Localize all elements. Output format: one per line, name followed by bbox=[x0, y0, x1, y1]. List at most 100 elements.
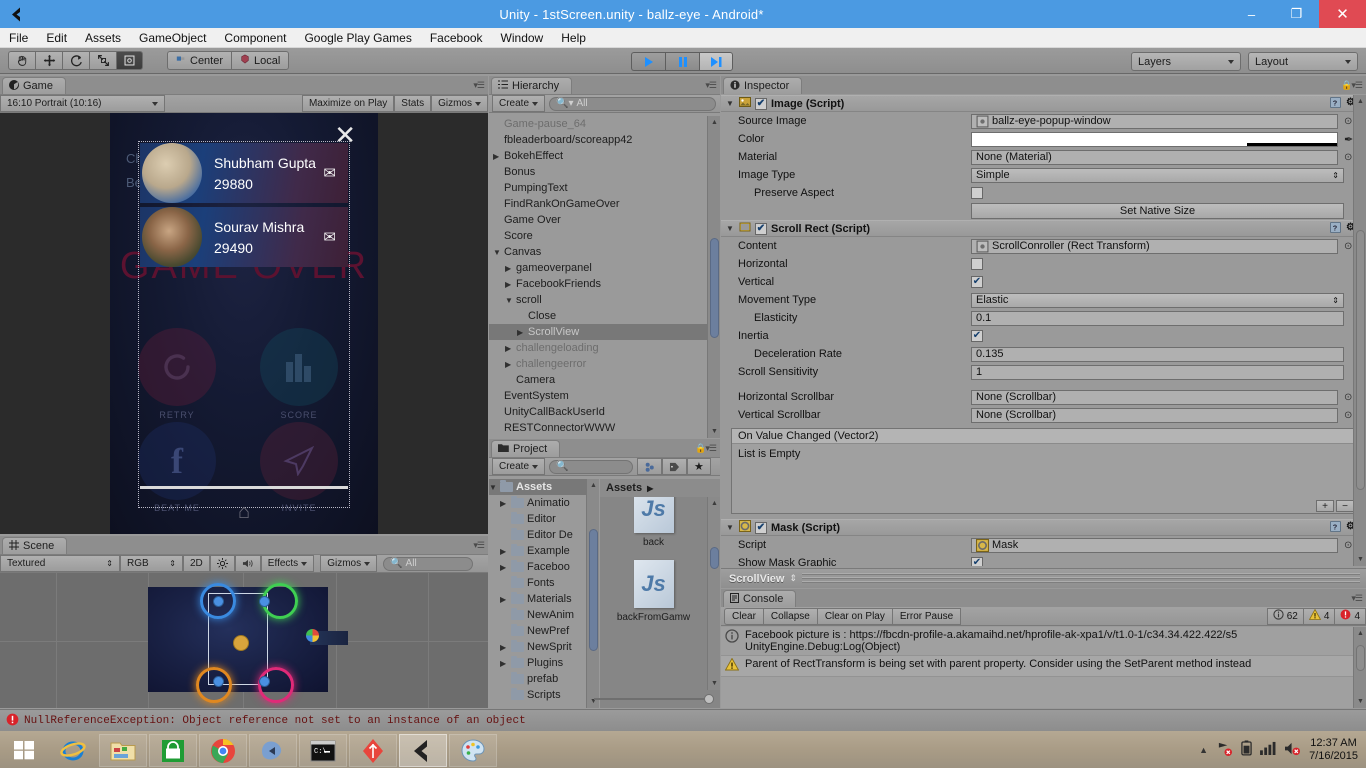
help-icon[interactable]: ? bbox=[1330, 96, 1342, 111]
project-folder-item[interactable]: NewPref bbox=[489, 623, 599, 639]
menu-assets[interactable]: Assets bbox=[76, 28, 130, 48]
tab-inspector[interactable]: Inspector bbox=[723, 77, 803, 94]
hierarchy-item[interactable]: fbleaderboard/scoreapp42 bbox=[489, 132, 707, 148]
chrome-icon[interactable] bbox=[199, 734, 247, 767]
hierarchy-menu-icon[interactable]: ▾☰ bbox=[705, 80, 717, 91]
project-search-input[interactable]: 🔍 bbox=[549, 459, 634, 474]
show-hidden-icons-button[interactable]: ▲ bbox=[1199, 745, 1208, 755]
foldout-closed-icon[interactable]: ▶ bbox=[493, 152, 504, 161]
home-icon[interactable]: ⌂ bbox=[110, 501, 378, 524]
object-field[interactable]: None (Scrollbar) bbox=[971, 389, 1338, 405]
tab-hierarchy[interactable]: Hierarchy bbox=[491, 77, 573, 94]
scroll-down-arrow-icon[interactable]: ▼ bbox=[1354, 695, 1366, 708]
hand-tool-button[interactable] bbox=[8, 51, 35, 70]
foldout-closed-icon[interactable]: ▶ bbox=[500, 659, 511, 668]
signal-icon[interactable] bbox=[1260, 741, 1276, 758]
foldout-open-icon[interactable]: ▼ bbox=[726, 523, 735, 532]
updown-arrows-icon[interactable]: ⇕ bbox=[789, 573, 797, 584]
color-mode-dropdown[interactable]: RGB ⇕ bbox=[120, 555, 183, 572]
component-enabled-checkbox[interactable] bbox=[755, 222, 767, 235]
asset-grid-scrollbar[interactable]: ▲ ▼ bbox=[707, 497, 720, 690]
component-header[interactable]: ▼Image (Script)?⚙▾ bbox=[721, 95, 1366, 112]
scene-gizmos-button[interactable]: Gizmos bbox=[320, 555, 378, 572]
filter-by-label-button[interactable] bbox=[662, 458, 688, 475]
foldout-open-icon[interactable]: ▼ bbox=[726, 224, 735, 233]
foldout-closed-icon[interactable]: ▶ bbox=[505, 344, 516, 353]
menu-edit[interactable]: Edit bbox=[37, 28, 76, 48]
start-button[interactable] bbox=[0, 731, 48, 768]
component-enabled-checkbox[interactable] bbox=[755, 521, 767, 534]
project-folder-item[interactable]: Editor bbox=[489, 511, 599, 527]
console-error-pause-button[interactable]: Error Pause bbox=[891, 607, 962, 625]
monodevelop-icon[interactable] bbox=[249, 734, 297, 767]
play-button[interactable] bbox=[631, 52, 665, 71]
asset-zoom-slider[interactable] bbox=[594, 693, 714, 705]
maximize-button[interactable]: ❐ bbox=[1274, 0, 1319, 28]
hierarchy-create-button[interactable]: Create bbox=[492, 95, 546, 112]
scrollbar-thumb[interactable] bbox=[1356, 230, 1365, 490]
gizmos-button[interactable]: Gizmos bbox=[431, 95, 488, 112]
project-folder-item[interactable]: ▶ Example bbox=[489, 543, 599, 559]
project-folder-item[interactable]: Editor De bbox=[489, 527, 599, 543]
hierarchy-item[interactable]: Camera bbox=[489, 372, 707, 388]
tab-console[interactable]: Console bbox=[723, 590, 797, 607]
scroll-up-arrow-icon[interactable]: ▲ bbox=[587, 479, 600, 492]
lighting-toggle-button[interactable] bbox=[209, 555, 235, 572]
foldout-closed-icon[interactable]: ▶ bbox=[500, 563, 511, 572]
scale-tool-button[interactable] bbox=[89, 51, 116, 70]
hierarchy-item[interactable]: Score bbox=[489, 228, 707, 244]
close-button[interactable]: ✕ bbox=[1319, 0, 1366, 28]
move-tool-button[interactable] bbox=[35, 51, 62, 70]
project-folder-item[interactable]: ▶ Animatio bbox=[489, 495, 599, 511]
remove-event-button[interactable]: − bbox=[1336, 500, 1354, 512]
console-log-list[interactable]: Facebook picture is : https://fbcdn-prof… bbox=[721, 627, 1353, 708]
slider-handle[interactable] bbox=[704, 694, 714, 704]
console-menu-icon[interactable]: ▾☰ bbox=[1351, 593, 1363, 604]
pivot-space-button[interactable]: Local bbox=[231, 51, 290, 70]
enum-dropdown[interactable]: Elastic ⇕ bbox=[971, 292, 1344, 308]
component-header[interactable]: ▼Mask (Script)?⚙▾ bbox=[721, 519, 1366, 536]
scroll-down-arrow-icon[interactable]: ▼ bbox=[1354, 553, 1366, 566]
color-field[interactable] bbox=[971, 131, 1338, 147]
layout-dropdown[interactable]: Layout bbox=[1248, 52, 1358, 71]
set-native-size-button[interactable]: Set Native Size bbox=[971, 203, 1344, 219]
rotate-tool-button[interactable] bbox=[62, 51, 89, 70]
scrollbar-thumb[interactable] bbox=[710, 547, 719, 569]
project-folder-tree[interactable]: ▼ Assets ▶ Animatio Editor Editor De ▶ Example ▶… bbox=[489, 479, 599, 708]
project-folder-item[interactable]: ▶ Materials bbox=[489, 591, 599, 607]
project-folder-item[interactable]: Scripts bbox=[489, 687, 599, 703]
aspect-ratio-dropdown[interactable]: 16:10 Portrait (10:16) bbox=[0, 95, 165, 112]
asset-item[interactable]: Js backFromGamw bbox=[600, 560, 707, 623]
project-tree-scrollbar[interactable]: ▲ ▼ bbox=[586, 479, 599, 708]
status-bar[interactable]: NullReferenceException: Object reference… bbox=[0, 709, 1366, 731]
property-checkbox[interactable] bbox=[971, 187, 983, 199]
sourcetree-icon[interactable] bbox=[349, 734, 397, 767]
console-clear-button[interactable]: Clear bbox=[724, 607, 763, 625]
foldout-open-icon[interactable]: ▼ bbox=[726, 99, 735, 108]
menu-help[interactable]: Help bbox=[552, 28, 595, 48]
battery-icon[interactable] bbox=[1241, 740, 1252, 759]
help-icon[interactable]: ? bbox=[1330, 221, 1342, 236]
property-checkbox[interactable] bbox=[971, 330, 983, 342]
hierarchy-item[interactable]: UnityCallBackUserId bbox=[489, 404, 707, 420]
enum-dropdown[interactable]: Simple ⇕ bbox=[971, 167, 1344, 183]
foldout-open-icon[interactable]: ▼ bbox=[489, 483, 500, 492]
scroll-down-arrow-icon[interactable]: ▼ bbox=[708, 425, 721, 438]
console-collapse-button[interactable]: Collapse bbox=[762, 607, 817, 625]
hierarchy-item[interactable]: PumpingText bbox=[489, 180, 707, 196]
menu-window[interactable]: Window bbox=[492, 28, 553, 48]
hierarchy-tree[interactable]: Game-pause_64 fbleaderboard/scoreapp42 ▶ Bo… bbox=[489, 116, 707, 438]
foldout-closed-icon[interactable]: ▶ bbox=[500, 643, 511, 652]
foldout-closed-icon[interactable]: ▶ bbox=[505, 264, 516, 273]
foldout-closed-icon[interactable]: ▶ bbox=[500, 547, 511, 556]
console-clear-on-play-button[interactable]: Clear on Play bbox=[816, 607, 892, 625]
object-field[interactable]: None (Material) bbox=[971, 149, 1338, 165]
tab-game[interactable]: Game bbox=[2, 77, 66, 94]
property-checkbox[interactable] bbox=[971, 258, 983, 270]
breadcrumb-assets[interactable]: Assets bbox=[606, 482, 642, 494]
step-button[interactable] bbox=[699, 52, 733, 71]
game-render-area[interactable]: GAME OVER Ch Be RETRY SCORE f BEAT ME bbox=[0, 113, 488, 534]
inspector-scrollbar[interactable]: ▲ ▼ bbox=[1353, 95, 1366, 566]
hierarchy-item[interactable]: ▶ challengeerror bbox=[489, 356, 707, 372]
menu-component[interactable]: Component bbox=[215, 28, 295, 48]
